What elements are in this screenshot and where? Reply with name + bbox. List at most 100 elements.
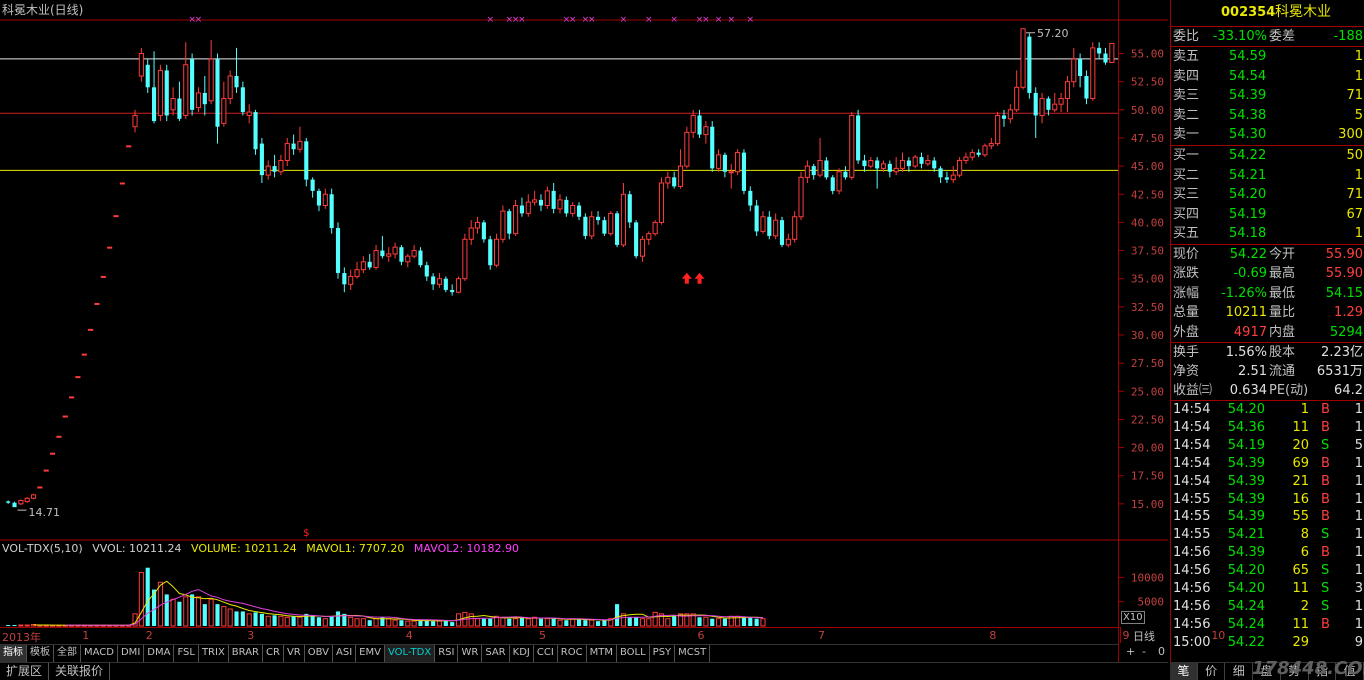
indicator-tab-boll[interactable]: BOLL — [617, 645, 650, 662]
indicator-tab-sar[interactable]: SAR — [482, 645, 510, 662]
bottom-tab-1[interactable]: 关联报价 — [49, 663, 111, 680]
candle-body — [1084, 76, 1089, 99]
month-label: 1 — [82, 629, 90, 642]
candle — [557, 194, 563, 214]
stat-label: 外盘 — [1173, 324, 1200, 340]
tick-time: 14:54 — [1173, 419, 1211, 435]
tick-volume: 21 — [1292, 473, 1309, 489]
candle-body — [608, 212, 614, 235]
candle-body — [399, 247, 404, 262]
tick-side: B — [1321, 455, 1330, 471]
bottom-tab-0[interactable]: 扩展区 — [0, 663, 50, 680]
indicator-tab-vr[interactable]: VR — [284, 645, 305, 662]
indicator-tab-obv[interactable]: OBV — [305, 645, 333, 662]
candle — [208, 40, 214, 105]
tick-volume: 20 — [1292, 437, 1309, 453]
candle — [969, 149, 975, 161]
bid-volume: 67 — [1346, 206, 1363, 222]
candle-body — [589, 216, 595, 237]
candle-body — [703, 126, 709, 136]
candle — [151, 51, 157, 124]
candle — [1007, 104, 1013, 124]
price-tick-label: 17.50 — [1131, 470, 1164, 483]
period-selector[interactable]: 日线 — [1120, 627, 1169, 643]
candle — [107, 246, 113, 249]
quote-tab-2[interactable]: 细 — [1225, 663, 1254, 680]
candle — [462, 233, 468, 281]
candle — [1020, 28, 1026, 90]
indicator-tab-cr[interactable]: CR — [263, 645, 284, 662]
ask-price: 54.30 — [1229, 127, 1267, 143]
candle — [6, 500, 11, 504]
candle — [418, 247, 423, 268]
quote-tab-1[interactable]: 价 — [1198, 663, 1226, 680]
indicator-tab-asi[interactable]: ASI — [333, 645, 357, 662]
candle-body — [576, 205, 582, 217]
candle-body — [488, 239, 493, 266]
candle — [342, 267, 347, 293]
tick-row: 14:56 54.20 11 S 3 — [1171, 580, 1364, 598]
indicator-tab-cci[interactable]: CCI — [534, 645, 558, 662]
volume-bar — [195, 596, 202, 627]
tick-side: S — [1321, 563, 1330, 579]
tick-count: 1 — [1354, 527, 1363, 543]
tick-row: 14:54 54.36 11 B 1 — [1171, 419, 1364, 437]
indicator-tab-emv[interactable]: EMV — [356, 645, 385, 662]
candle — [62, 415, 68, 418]
zoom-control-2[interactable]: 0 — [1158, 645, 1165, 658]
month-label: 8 — [989, 629, 997, 642]
candle-body — [646, 233, 652, 240]
zoom-control-0[interactable]: + — [1126, 645, 1135, 658]
candle — [12, 501, 17, 508]
candle — [519, 197, 525, 217]
tick-row: 14:54 54.39 21 B 1 — [1171, 473, 1364, 491]
indicator-tab-roc[interactable]: ROC — [558, 645, 587, 662]
bid-price: 54.18 — [1229, 226, 1267, 242]
candle-body — [151, 87, 157, 122]
indicator-tab-全部[interactable]: 全部 — [54, 645, 81, 662]
indicator-tab-trix[interactable]: TRIX — [199, 645, 229, 662]
candle — [932, 157, 937, 172]
indicator-tab-rsi[interactable]: RSI — [435, 645, 459, 662]
fundamental-label: PE(动) — [1269, 383, 1309, 398]
indicator-tab-kdj[interactable]: KDJ — [510, 645, 534, 662]
indicator-tab-psy[interactable]: PSY — [650, 645, 676, 662]
volume-bar — [710, 618, 715, 626]
price-tick-label: 45.00 — [1131, 160, 1164, 173]
candle-body — [322, 193, 328, 207]
candle — [982, 143, 988, 158]
indicator-tab-brar[interactable]: BRAR — [229, 645, 263, 662]
zoom-controls: + -0 — [1120, 644, 1168, 661]
volume-bar — [474, 618, 481, 627]
indicator-tab-dmi[interactable]: DMI — [118, 645, 145, 662]
volume-bar — [722, 618, 727, 626]
indicator-tab-dma[interactable]: DMA — [144, 645, 175, 662]
indicator-tab-mtm[interactable]: MTM — [587, 645, 617, 662]
tick-time: 14:55 — [1173, 527, 1211, 543]
fundamental-label: 换手 — [1173, 345, 1200, 360]
indicator-tab-mcst[interactable]: MCST — [675, 645, 711, 662]
volume-bar — [259, 613, 264, 626]
price-tick-label: 15.00 — [1131, 498, 1164, 511]
indicator-tab-wr[interactable]: WR — [458, 645, 483, 662]
kline-chart[interactable]: 55.00 52.50 50.00 47.50 45.00 42.50 40.00 37.50… — [0, 0, 1168, 662]
zoom-control-1[interactable]: - — [1142, 645, 1146, 658]
indicator-tab-macd[interactable]: MACD — [81, 645, 118, 662]
ask-label: 卖三 — [1173, 88, 1200, 104]
candle-body — [195, 92, 202, 109]
indicator-tab-指标[interactable]: 指标 — [0, 645, 27, 662]
candle — [190, 53, 195, 116]
candle — [1027, 33, 1032, 99]
tick-count: 1 — [1354, 563, 1363, 579]
candle-body — [443, 278, 448, 290]
candle-body — [773, 219, 779, 237]
indicator-tab-模板[interactable]: 模板 — [27, 645, 54, 662]
tick-price: 54.36 — [1227, 419, 1265, 435]
candle-body — [798, 176, 804, 218]
indicator-tab-vol-tdx[interactable]: VOL-TDX — [384, 645, 436, 662]
candle-body — [94, 302, 100, 305]
quote-tab-0[interactable]: 笔 — [1170, 663, 1198, 680]
weibi-row: 委比 -33.10% 委差 -188 — [1171, 27, 1364, 46]
indicator-tab-fsl[interactable]: FSL — [174, 645, 199, 662]
candle-body — [982, 145, 988, 156]
